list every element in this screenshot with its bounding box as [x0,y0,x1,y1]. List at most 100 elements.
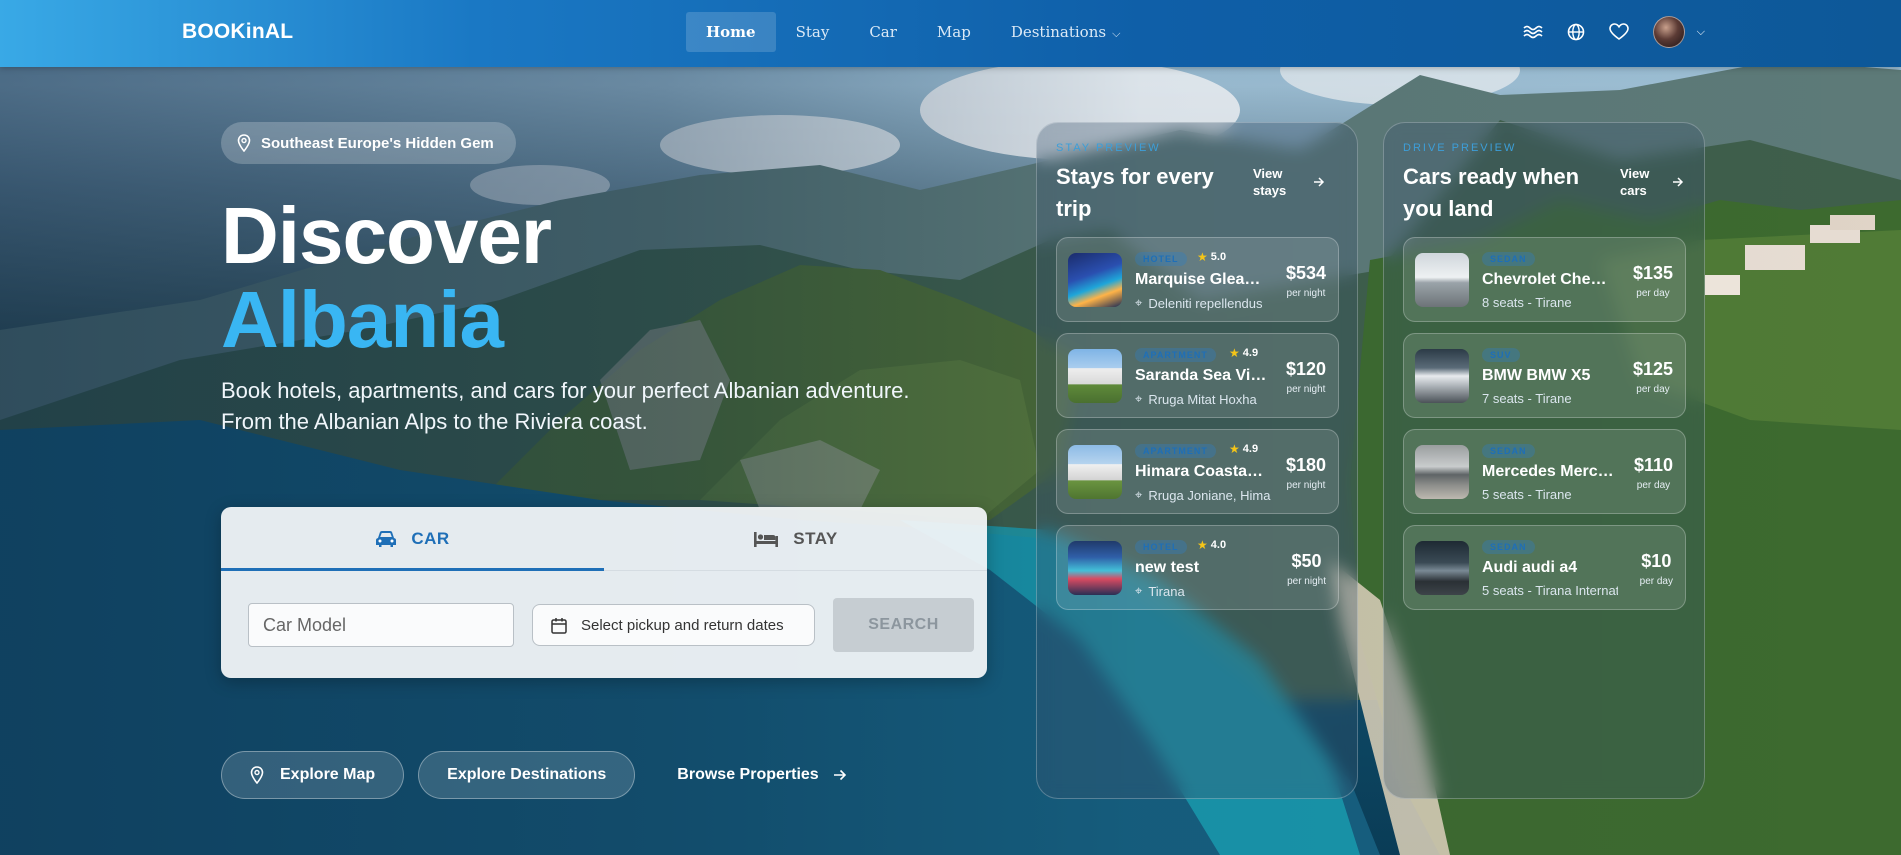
tab-car[interactable]: CAR [221,507,604,571]
car-card[interactable]: SEDAN Chevrolet Chevrolet Malibu 8 seats… [1403,237,1686,322]
stay-location: ⌖ Rruga Mitat Hoxha [1135,391,1271,407]
car-details: 7 seats - Tirane [1482,391,1572,406]
car-name: Chevrolet Chevrolet Malibu [1482,271,1614,288]
stay-rating-value: 4.0 [1210,539,1227,551]
nav-home[interactable]: Home [686,12,776,52]
car-price-unit: per day [1639,576,1673,587]
stay-card[interactable]: APARTMENT ★4.9 Himara Coastal Apartment … [1056,429,1339,514]
stay-rating: ★ 4.9 [1229,442,1258,456]
waves-icon[interactable] [1523,24,1543,40]
bed-icon [754,531,779,547]
hero-title-line1: Discover [221,191,552,280]
nav-destinations-label: Destinations [1010,23,1107,41]
stay-rating: ★ 5.0 [1197,250,1226,264]
stay-rating-value: 4.9 [1242,443,1259,455]
stay-rating: ★ 4.9 [1229,346,1258,360]
car-price: $125 per day [1633,359,1673,395]
car-price-unit: per day [1636,480,1671,491]
car-card[interactable]: SEDAN Audi audi a4 5 seats - Tirana Inte… [1403,525,1686,610]
calendar-icon [551,617,567,634]
arrow-right-icon [833,769,846,781]
car-price-amount: $110 [1633,455,1673,475]
stay-card[interactable]: APARTMENT ★4.9 Saranda Sea View Villa ⌖ R… [1056,333,1339,418]
nav-map[interactable]: Map [917,12,991,52]
stay-price-amount: $180 [1285,455,1326,475]
stay-card[interactable]: HOTEL ★ 5.0 Marquise Gleason ⌖ Deleniti re… [1056,237,1339,322]
stay-location-text: Deleniti repellendus [1148,295,1263,311]
arrow-right-icon [1314,177,1325,187]
chevron-down-icon: ⌵ [1112,27,1121,40]
stays-preview-panel: STAY PREVIEW Stays for every trip View s… [1036,122,1358,799]
stays-title: Stays for every trip [1056,164,1214,221]
search-button[interactable]: SEARCH [833,598,974,652]
nav-car[interactable]: Car [849,12,917,52]
stay-price: $534 per night [1286,263,1326,299]
user-menu[interactable]: ⌵ [1652,16,1705,48]
car-card[interactable]: SEDAN Mercedes Mercedes C 5 seats - Tira… [1403,429,1686,514]
search-tabs: CAR STAY [221,507,987,571]
stay-type-badge: HOTEL [1135,540,1187,554]
hero-actions: Explore Map Explore Destinations Browse … [221,751,847,799]
car-type-badge: SEDAN [1482,252,1535,266]
stay-name: new test [1135,559,1200,576]
location-pin-icon: ⌖ [1135,295,1143,310]
car-price: $135 per day [1633,263,1673,299]
stay-price-unit: per night [1286,384,1326,395]
main-menu: Home Stay Car Map Destinations ⌵ [686,12,1140,52]
car-model-input[interactable]: Car Model [248,603,514,647]
stay-thumbnail [1068,445,1122,499]
date-range-picker[interactable]: Select pickup and return dates [532,604,815,646]
browse-properties-link[interactable]: Browse Properties [677,766,846,784]
stay-price: $120 per night [1286,359,1326,395]
stay-card[interactable]: HOTEL ★ 4.0 new test ⌖ Tirana $50 per night [1056,525,1339,610]
car-card[interactable]: SUV BMW BMW X5 7 seats - Tirane $125 per … [1403,333,1686,418]
stay-price-unit: per night [1287,576,1326,587]
stay-type-badge: APARTMENT [1135,444,1216,458]
car-name: BMW BMW X5 [1482,367,1591,384]
car-price: $110 per day [1634,455,1673,491]
star-icon: ★ [1197,538,1208,552]
avatar [1652,16,1685,48]
star-icon: ★ [1197,250,1208,264]
stay-price: $180 per night [1286,455,1326,491]
stay-name: Saranda Sea View Villa [1135,367,1267,384]
car-price-unit: per day [1636,288,1670,299]
stay-thumbnail [1068,253,1122,307]
brand-logo[interactable]: BOOKinAL [182,20,293,44]
car-details: 5 seats - Tirane [1482,487,1572,502]
explore-destinations-button[interactable]: Explore Destinations [418,751,636,799]
nav-stay[interactable]: Stay [776,12,850,52]
stay-type-badge: APARTMENT [1135,348,1216,362]
globe-icon[interactable] [1567,23,1585,41]
cars-eyebrow: DRIVE PREVIEW [1403,142,1517,154]
stay-price-unit: per night [1286,480,1326,491]
view-stays-link[interactable]: View stays [1253,165,1325,199]
arrow-right-icon [1673,177,1684,187]
location-pin-icon: ⌖ [1135,391,1143,406]
hero-subtitle: Book hotels, apartments, and cars for yo… [221,375,981,437]
cars-title: Cars ready when you land [1403,164,1580,221]
explore-map-button[interactable]: Explore Map [221,751,405,799]
tab-stay[interactable]: STAY [604,507,987,570]
view-cars-link[interactable]: View cars [1620,165,1684,199]
nav-destinations[interactable]: Destinations ⌵ [991,12,1141,52]
stay-price-amount: $120 [1285,359,1326,379]
car-type-badge: SEDAN [1482,444,1535,458]
car-price-unit: per day [1636,384,1670,395]
tab-car-label: CAR [411,528,450,548]
car-price-amount: $125 [1632,359,1673,379]
car-thumbnail [1415,445,1469,499]
hero-subtitle-line2: From the Albanian Alps to the Riviera co… [221,409,648,434]
stay-location: ⌖ Deleniti repellendus [1135,295,1271,311]
browse-properties-label: Browse Properties [677,766,819,783]
view-cars-label: View cars [1620,166,1650,198]
chevron-down-icon: ⌵ [1696,25,1705,38]
hero-badge-label: Southeast Europe's Hidden Gem [261,134,494,152]
car-details: 8 seats - Tirane [1482,295,1572,310]
heart-icon[interactable] [1608,23,1629,41]
search-card: CAR STAY Car Model Select pickup and ret… [221,507,987,678]
location-pin-icon: ⌖ [1135,583,1143,598]
car-details: 5 seats - Tirana International [1482,583,1618,598]
nav-actions: ⌵ [1523,16,1705,48]
stay-rating: ★ 4.0 [1197,538,1226,552]
